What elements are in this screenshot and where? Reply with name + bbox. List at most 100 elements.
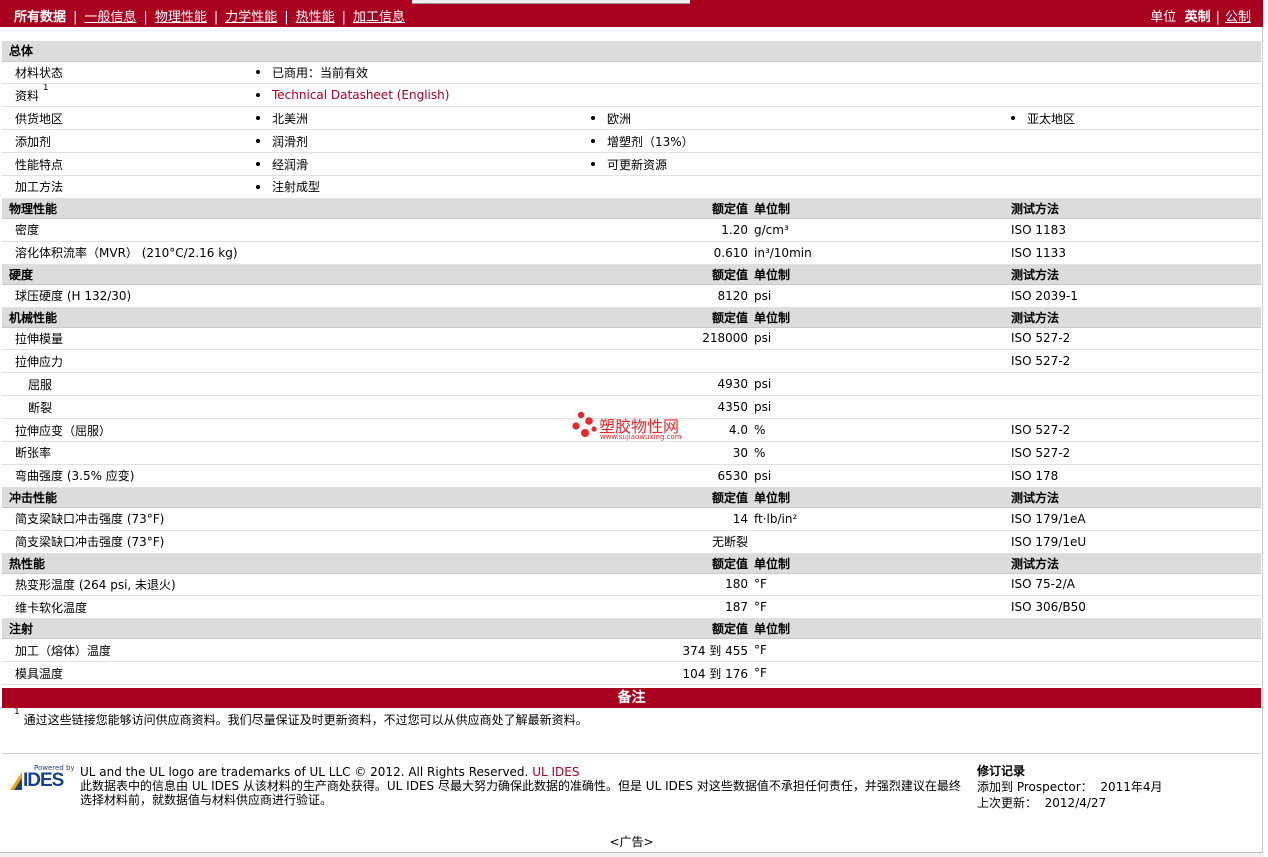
datasheet-table: 总体 材料状态 已商用：当前有效 资料 1 Technical Datashee…: [2, 41, 1261, 686]
property-method: [1011, 395, 1261, 420]
tab-mechanical[interactable]: 力学性能: [225, 6, 277, 25]
property-value: 无断裂: [591, 530, 754, 554]
section-overview: 总体: [2, 41, 1261, 62]
table-row: 溶化体积流率（MVR） (210°C/2.16 kg) 0.610 in³/10…: [2, 241, 1261, 265]
region-value: 北美洲: [272, 111, 309, 126]
property-unit: °F: [754, 638, 1011, 663]
property-method: [1011, 638, 1261, 663]
header-unit: 单位制: [754, 487, 1011, 508]
property-method: ISO 179/1eU: [1011, 530, 1261, 554]
ul-ides-link[interactable]: UL IDES: [532, 765, 579, 779]
processing-value: 注射成型: [272, 180, 321, 195]
bullet-icon: [1011, 116, 1015, 121]
revision-title: 修订记录: [977, 764, 1026, 778]
section-title: 物理性能: [2, 198, 591, 219]
property-unit: [754, 530, 1011, 554]
property-unit: °F: [754, 573, 1011, 597]
table-row: 维卡软化温度 187 °F ISO 306/B50: [2, 595, 1261, 620]
table-row: 模具温度 104 到 176 °F: [2, 661, 1261, 686]
property-unit: °F: [754, 661, 1011, 686]
bullet-icon: [256, 162, 260, 166]
section-physical: 物理性能 额定值 单位制 测试方法: [2, 198, 1261, 219]
header-value: 额定值: [591, 307, 754, 328]
row-supply-regions: 供货地区 北美洲 欧洲 亚太地区: [2, 106, 1261, 131]
table-row: 屈服 4930 psi: [2, 372, 1261, 397]
added-label: 添加到 Prospector：: [977, 780, 1093, 794]
property-value: 218000: [591, 327, 754, 351]
property-value: 374 到 455: [591, 638, 754, 663]
property-label: 溶化体积流率（MVR） (210°C/2.16 kg): [2, 241, 591, 265]
section-title: 冲击性能: [2, 487, 591, 508]
row-additives: 添加剂 润滑剂 增塑剂（13%）: [2, 129, 1261, 154]
tab-processing[interactable]: 加工信息: [353, 6, 405, 25]
property-unit: °F: [754, 595, 1011, 620]
property-method: ISO 178: [1011, 464, 1261, 488]
property-label: 热变形温度 (264 psi, 未退火): [2, 573, 591, 597]
unit-metric-link[interactable]: 公制: [1225, 10, 1251, 25]
bullet-icon: [256, 70, 260, 75]
trademark-text: UL and the UL logo are trademarks of UL …: [80, 765, 529, 779]
bullet-icon: [591, 116, 595, 121]
table-row: 球压硬度 (H 132/30) 8120 psi ISO 2039-1: [2, 284, 1261, 308]
tab-physical[interactable]: 物理性能: [155, 6, 207, 25]
footnote-ref: 1: [42, 83, 49, 93]
header-value: 额定值: [591, 198, 754, 219]
units-label: 单位: [1150, 10, 1177, 25]
table-row: 拉伸模量 218000 psi ISO 527-2: [2, 327, 1261, 351]
tab-all-data[interactable]: 所有数据: [14, 6, 66, 25]
property-label: 弯曲强度 (3.5% 应变): [2, 464, 591, 488]
property-label: 屈服: [2, 372, 591, 397]
property-value: [591, 349, 754, 374]
header-method: 测试方法: [1011, 307, 1261, 328]
watermark-url: www.sujiaowuxing.com: [600, 433, 682, 441]
property-label: 拉伸应变（屈服）: [2, 418, 591, 442]
unit-english-button[interactable]: 英制: [1185, 10, 1211, 25]
table-row: 拉伸应力 ISO 527-2: [2, 349, 1261, 374]
property-label: 维卡软化温度: [2, 595, 591, 620]
section-title: 硬度: [2, 264, 591, 285]
row-label: 资料: [15, 88, 40, 103]
row-features: 性能特点 经润滑 可更新资源: [2, 152, 1261, 176]
property-method: [1011, 661, 1261, 686]
property-method: ISO 1183: [1011, 218, 1261, 242]
header-unit: 单位制: [754, 198, 1011, 219]
header-method: 测试方法: [1011, 198, 1261, 219]
table-row: 密度 1.20 g/cm³ ISO 1183: [2, 218, 1261, 242]
header-unit: 单位制: [754, 553, 1011, 574]
category-tabs: 所有数据 | 一般信息 | 物理性能 | 力学性能 | 热性能 | 加工信息: [14, 6, 405, 25]
row-material-status: 材料状态 已商用：当前有效: [2, 61, 1261, 85]
property-method: ISO 527-2: [1011, 418, 1261, 442]
tab-thermal[interactable]: 热性能: [296, 6, 335, 25]
table-row: 简支梁缺口冲击强度 (73°F) 无断裂 ISO 179/1eU: [2, 530, 1261, 554]
header-value: 额定值: [591, 487, 754, 508]
property-unit: psi: [754, 327, 1011, 351]
property-value: 6530: [591, 464, 754, 488]
bullet-icon: [256, 92, 260, 97]
property-label: 拉伸模量: [2, 327, 591, 351]
row-sources: 资料 1 Technical Datasheet (English): [2, 83, 1261, 108]
footnote-text: 通过这些链接您能够访问供应商资料。我们尽量保证及时更新资料，不过您可以从供应商处…: [23, 713, 588, 727]
header-method: 测试方法: [1011, 487, 1261, 508]
row-label: 材料状态: [2, 61, 256, 85]
property-label: 球压硬度 (H 132/30): [2, 284, 591, 308]
unit-switcher: 单位 英制 | 公制: [1150, 10, 1251, 25]
ides-logo[interactable]: Powered by IDES: [8, 764, 75, 794]
property-method: ISO 306/B50: [1011, 595, 1261, 620]
property-value: 187: [591, 595, 754, 620]
tab-general-info[interactable]: 一般信息: [84, 6, 136, 25]
property-label: 简支梁缺口冲击强度 (73°F): [2, 530, 591, 554]
property-label: 简支梁缺口冲击强度 (73°F): [2, 507, 591, 531]
footer-disclaimer: UL and the UL logo are trademarks of UL …: [80, 765, 965, 807]
advertisement-label[interactable]: <广告>: [0, 833, 1263, 850]
header-unit: 单位制: [754, 618, 1011, 640]
property-label: 加工（熔体）温度: [2, 638, 591, 663]
row-label: 性能特点: [2, 152, 256, 176]
technical-datasheet-link[interactable]: Technical Datasheet (English): [272, 88, 449, 102]
section-title: 热性能: [2, 553, 591, 574]
section-mechanical: 机械性能 额定值 单位制 测试方法: [2, 307, 1261, 328]
site-watermark: 塑胶物性网 www.sujiaowuxing.com: [572, 410, 712, 450]
notes-header: 备注: [2, 688, 1261, 708]
property-value: 8120: [591, 284, 754, 308]
top-nav-bar: 所有数据 | 一般信息 | 物理性能 | 力学性能 | 热性能 | 加工信息 单位 英制 | 公制: [0, 0, 1263, 27]
property-method: ISO 527-2: [1011, 327, 1261, 351]
